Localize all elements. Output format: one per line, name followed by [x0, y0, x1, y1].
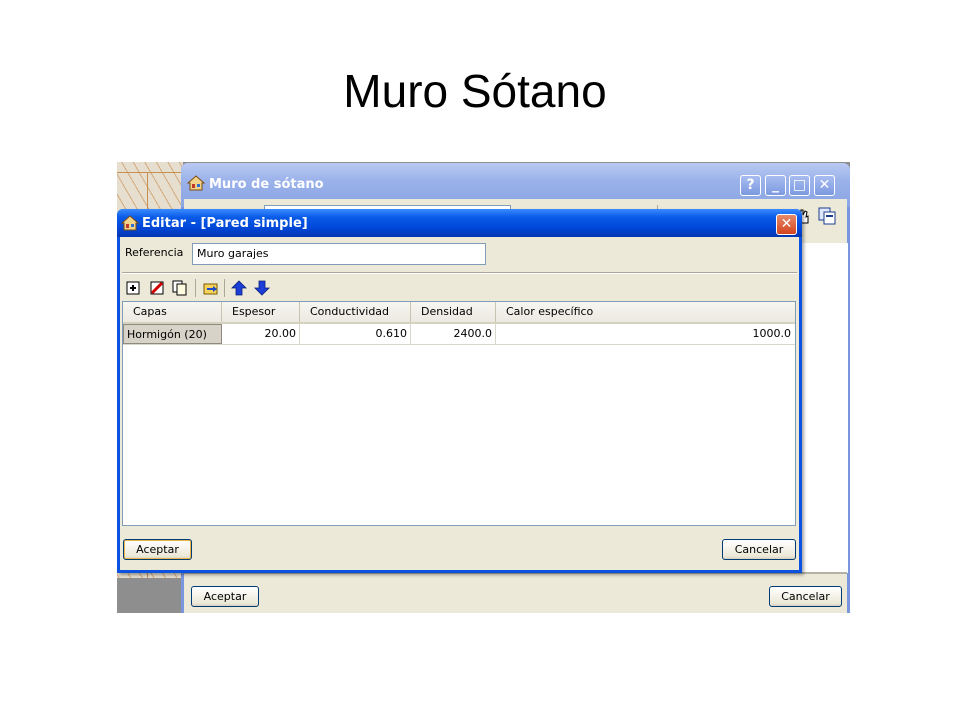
import-icon[interactable] — [202, 279, 220, 297]
reference-input[interactable]: Muro garajes — [192, 243, 486, 265]
arrow-up-icon[interactable] — [230, 279, 248, 297]
minimize-button[interactable]: _ — [765, 175, 786, 196]
add-icon[interactable] — [124, 279, 142, 297]
copy-window-icon[interactable] — [818, 207, 836, 225]
slide-title: Muro Sótano — [343, 65, 607, 117]
table-row[interactable]: Hormigón (20) 20.00 0.610 2400.0 1000.0 — [123, 324, 795, 345]
outer-accept-button[interactable]: Aceptar — [191, 586, 259, 607]
help-button[interactable]: ? — [740, 175, 761, 196]
cancel-button[interactable]: Cancelar — [722, 539, 796, 560]
cell-espesor[interactable]: 20.00 — [222, 324, 300, 344]
background-gray — [117, 578, 183, 613]
edit-dialog: Editar - [Pared simple] ✕ Referencia Mur… — [117, 209, 802, 573]
cell-conductividad[interactable]: 0.610 — [300, 324, 411, 344]
column-header-densidad[interactable]: Densidad — [411, 302, 496, 322]
edit-body: Referencia Muro garajes Capas Espesor Co… — [120, 237, 799, 570]
outer-close-button[interactable]: ✕ — [814, 175, 835, 196]
edit-dialog-title: Editar - [Pared simple] — [142, 216, 308, 231]
house-icon — [187, 175, 205, 191]
table-header: Capas Espesor Conductividad Densidad Cal… — [123, 302, 795, 324]
outer-window-title: Muro de sótano — [209, 177, 324, 192]
column-header-conductividad[interactable]: Conductividad — [300, 302, 411, 322]
layers-table: Capas Espesor Conductividad Densidad Cal… — [122, 301, 796, 526]
delete-icon[interactable] — [148, 279, 166, 297]
edit-titlebar[interactable]: Editar - [Pared simple] ✕ — [117, 209, 802, 237]
column-header-calor-especifico[interactable]: Calor específico — [496, 302, 795, 322]
cell-densidad[interactable]: 2400.0 — [411, 324, 496, 344]
toolbar-separator — [122, 272, 797, 274]
toolbar-divider — [224, 279, 225, 297]
column-header-capas[interactable]: Capas — [123, 302, 222, 322]
maximize-button[interactable]: □ — [789, 175, 810, 196]
toolbar-divider — [195, 279, 196, 297]
app-screenshot: Muro de sótano ? _ □ ✕ Aceptar Cancelar — [117, 162, 850, 613]
arrow-down-icon[interactable] — [253, 279, 271, 297]
reference-label: Referencia — [125, 246, 184, 259]
cell-capas[interactable]: Hormigón (20) — [123, 324, 222, 344]
column-header-espesor[interactable]: Espesor — [222, 302, 300, 322]
copy-icon[interactable] — [171, 279, 189, 297]
edit-close-button[interactable]: ✕ — [776, 214, 797, 235]
outer-side-panel — [799, 243, 848, 573]
house-icon — [121, 215, 139, 231]
accept-button[interactable]: Aceptar — [123, 539, 192, 560]
cell-calor-especifico[interactable]: 1000.0 — [496, 324, 794, 344]
outer-cancel-button[interactable]: Cancelar — [769, 586, 842, 607]
